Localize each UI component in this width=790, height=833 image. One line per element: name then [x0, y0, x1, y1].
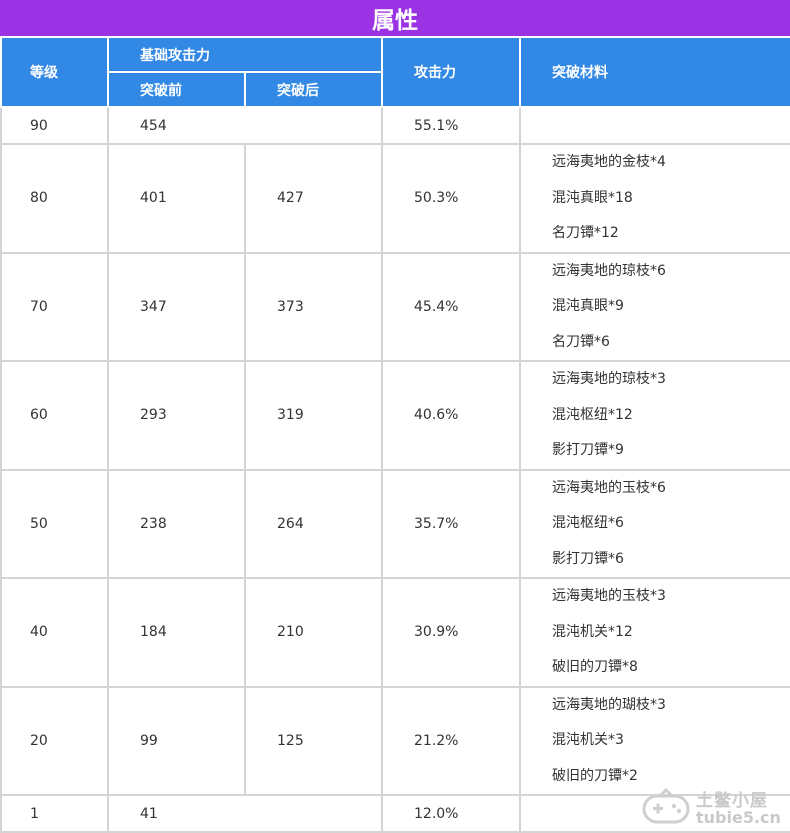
material-item: 远海夷地的琼枝*6	[552, 262, 666, 279]
table-header: 等级 基础攻击力 攻击力 突破材料 突破前 突破后	[0, 36, 790, 108]
table-row: 70 347 373 45.4% 远海夷地的琼枝*6 混沌真眼*9 名刀镡*6	[0, 251, 790, 362]
table-body: 90 454 55.1% 80 401 427 50.3% 远海夷地的金枝*4 混沌真眼*18 名…	[0, 106, 790, 833]
before-cell: 293	[107, 360, 246, 471]
table-row: 40 184 210 30.9% 远海夷地的玉枝*3 混沌机关*12 破旧的刀镡*8	[0, 577, 790, 688]
attack-cell: 12.0%	[381, 794, 521, 833]
material-item: 远海夷地的金枝*4	[552, 154, 666, 170]
page-title: 属性	[0, 0, 790, 36]
materials-cell	[519, 106, 790, 145]
materials-cell: 远海夷地的玉枝*6 混沌枢纽*6 影打刀镡*6	[519, 468, 790, 579]
base-attack-cell: 454	[107, 106, 383, 145]
attack-cell: 21.2%	[381, 685, 521, 796]
before-cell: 347	[107, 251, 246, 362]
attack-cell: 30.9%	[381, 577, 521, 688]
header-level: 等级	[0, 36, 109, 108]
header-base-attack: 基础攻击力	[107, 36, 383, 73]
material-item: 破旧的刀镡*8	[552, 659, 638, 675]
table-row: 90 454 55.1%	[0, 106, 790, 145]
table-row: 80 401 427 50.3% 远海夷地的金枝*4 混沌真眼*18 名刀镡*12	[0, 143, 790, 254]
materials-cell: 远海夷地的金枝*4 混沌真眼*18 名刀镡*12	[519, 143, 790, 254]
material-item: 破旧的刀镡*2	[552, 767, 638, 784]
attack-cell: 40.6%	[381, 360, 521, 471]
base-attack-cell: 41	[107, 794, 383, 833]
material-item: 影打刀镡*9	[552, 442, 624, 458]
table-row: 50 238 264 35.7% 远海夷地的玉枝*6 混沌枢纽*6 影打刀镡*6	[0, 468, 790, 579]
material-item: 名刀镡*12	[552, 225, 619, 241]
table-row: 20 99 125 21.2% 远海夷地的瑚枝*3 混沌机关*3 破旧的刀镡*2	[0, 685, 790, 796]
material-item: 名刀镡*6	[552, 333, 610, 350]
before-cell: 401	[107, 143, 246, 254]
table-row: 60 293 319 40.6% 远海夷地的琼枝*3 混沌枢纽*12 影打刀镡*9	[0, 360, 790, 471]
material-item: 远海夷地的玉枝*3	[552, 588, 666, 604]
header-attack: 攻击力	[381, 36, 521, 108]
header-after: 突破后	[244, 71, 383, 108]
material-item: 远海夷地的琼枝*3	[552, 371, 666, 387]
after-cell: 125	[244, 685, 383, 796]
before-cell: 238	[107, 468, 246, 579]
material-item: 混沌机关*12	[552, 623, 633, 640]
material-item: 混沌机关*3	[552, 732, 624, 748]
header-before: 突破前	[107, 71, 246, 108]
level-cell: 40	[0, 577, 109, 688]
table-row: 1 41 12.0%	[0, 794, 790, 833]
after-cell: 319	[244, 360, 383, 471]
material-item: 远海夷地的瑚枝*3	[552, 696, 666, 713]
level-cell: 80	[0, 143, 109, 254]
after-cell: 373	[244, 251, 383, 362]
stats-table: 等级 基础攻击力 攻击力 突破材料 突破前 突破后 90 454 55.1% 80 40…	[0, 36, 790, 833]
material-item: 远海夷地的玉枝*6	[552, 479, 666, 496]
level-cell: 90	[0, 106, 109, 145]
materials-cell: 远海夷地的玉枝*3 混沌机关*12 破旧的刀镡*8	[519, 577, 790, 688]
attack-cell: 55.1%	[381, 106, 521, 145]
after-cell: 264	[244, 468, 383, 579]
attack-cell: 50.3%	[381, 143, 521, 254]
level-cell: 60	[0, 360, 109, 471]
level-cell: 70	[0, 251, 109, 362]
materials-cell: 远海夷地的琼枝*3 混沌枢纽*12 影打刀镡*9	[519, 360, 790, 471]
after-cell: 210	[244, 577, 383, 688]
material-item: 混沌真眼*9	[552, 298, 624, 314]
level-cell: 50	[0, 468, 109, 579]
materials-cell	[519, 794, 790, 833]
level-cell: 20	[0, 685, 109, 796]
material-item: 混沌真眼*18	[552, 189, 633, 206]
before-cell: 99	[107, 685, 246, 796]
attack-cell: 45.4%	[381, 251, 521, 362]
after-cell: 427	[244, 143, 383, 254]
level-cell: 1	[0, 794, 109, 833]
header-materials: 突破材料	[519, 36, 790, 108]
material-item: 混沌枢纽*12	[552, 406, 633, 423]
material-item: 混沌枢纽*6	[552, 515, 624, 531]
attack-cell: 35.7%	[381, 468, 521, 579]
material-item: 影打刀镡*6	[552, 550, 624, 567]
materials-cell: 远海夷地的琼枝*6 混沌真眼*9 名刀镡*6	[519, 251, 790, 362]
before-cell: 184	[107, 577, 246, 688]
materials-cell: 远海夷地的瑚枝*3 混沌机关*3 破旧的刀镡*2	[519, 685, 790, 796]
